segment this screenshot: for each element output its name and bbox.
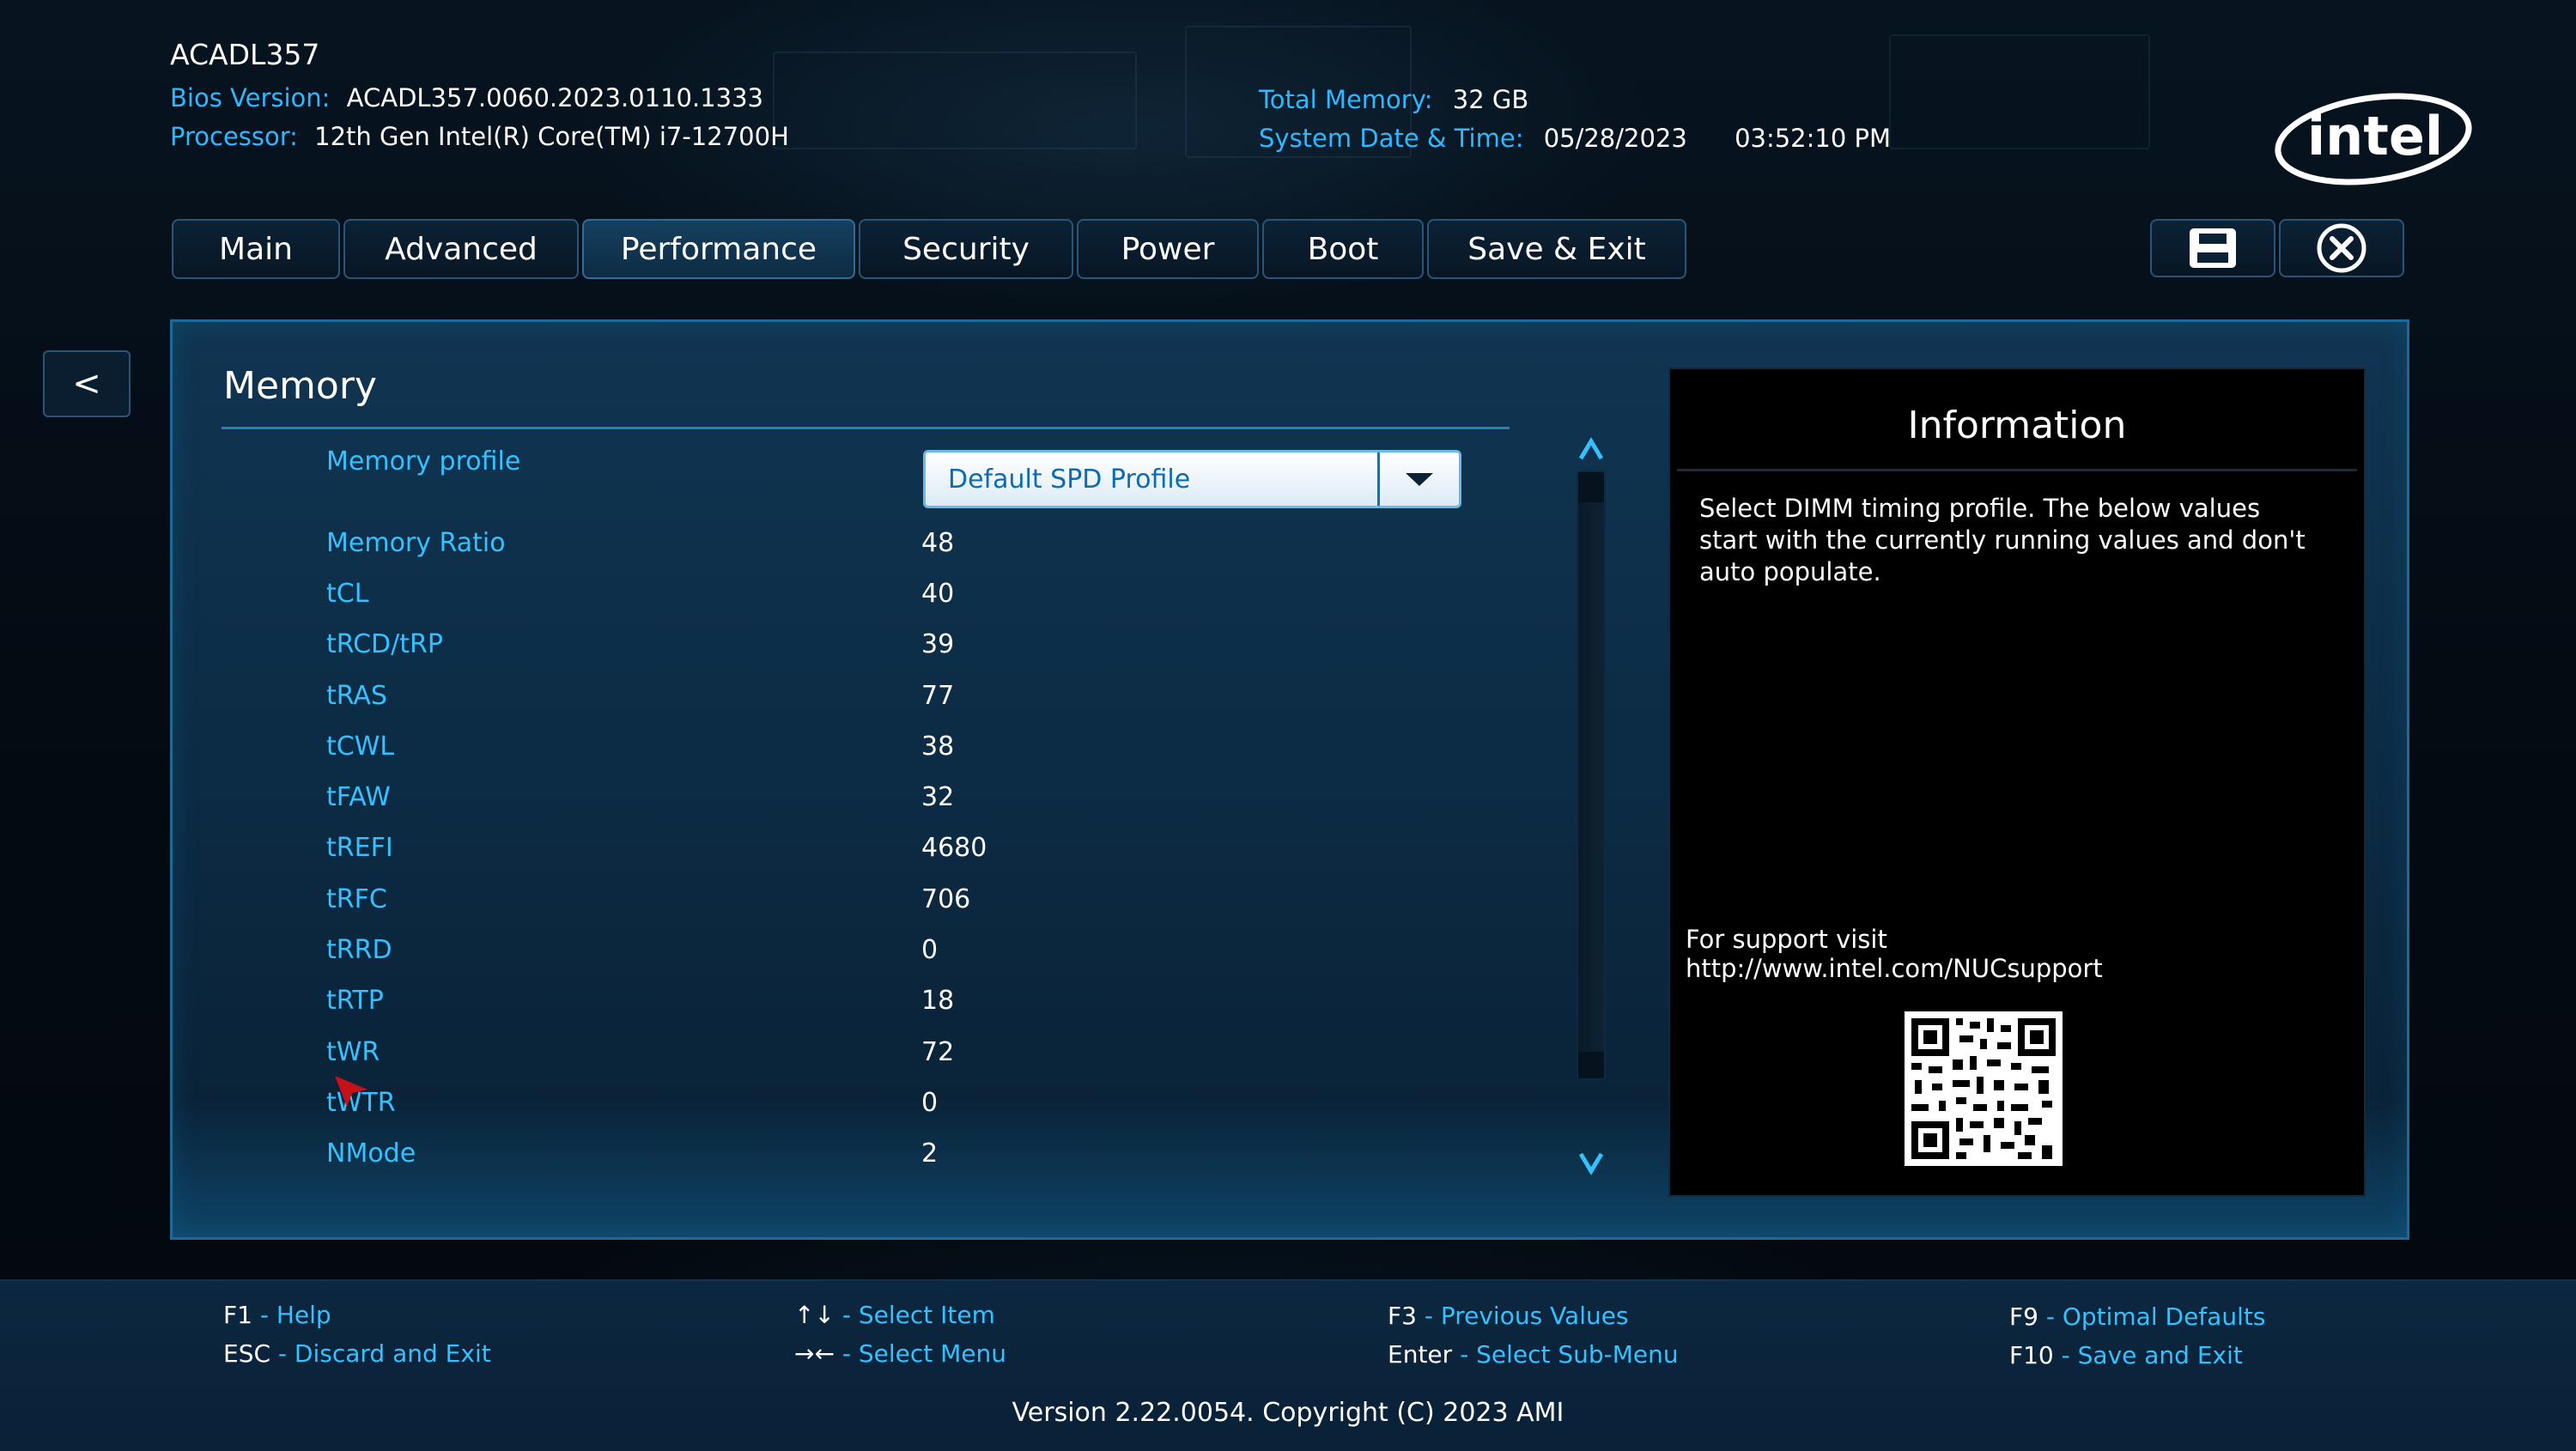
enter-desc: - Select Sub-Menu xyxy=(1460,1340,1679,1369)
f1-key: F1 xyxy=(223,1301,252,1329)
datetime-label: System Date & Time: xyxy=(1259,124,1524,153)
setting-value-nmode: 2 xyxy=(921,1138,939,1169)
information-title: Information xyxy=(1907,404,2127,447)
scroll-down-icon[interactable] xyxy=(1577,1150,1606,1176)
setting-value-trcd-trp: 39 xyxy=(921,629,955,659)
intel-logo-text: intel xyxy=(2307,105,2443,167)
support-url: http://www.intel.com/NUCsupport xyxy=(1686,954,2103,983)
tab-boot[interactable]: Boot xyxy=(1262,219,1424,279)
information-divider xyxy=(1677,469,2357,471)
footer-help: F1 - Help xyxy=(223,1301,331,1329)
setting-label-twr[interactable]: tWR xyxy=(326,1037,380,1067)
version-text: Version 2.22.0054. Copyright (C) 2023 AM… xyxy=(1012,1398,1564,1428)
tab-power[interactable]: Power xyxy=(1077,219,1259,279)
circle-x-icon xyxy=(2317,223,2366,273)
setting-label-memory-ratio[interactable]: Memory Ratio xyxy=(326,528,506,558)
bios-version: Bios Version: ACADL357.0060.2023.0110.13… xyxy=(170,83,763,112)
select-menu-desc: - Select Menu xyxy=(841,1339,1006,1368)
setting-label-tcwl[interactable]: tCWL xyxy=(326,732,394,762)
select-item-key: ↑↓ xyxy=(794,1301,835,1329)
support-info: For support visit http://www.intel.com/N… xyxy=(1686,925,2103,983)
scrollbar-thumb[interactable] xyxy=(1578,502,1604,1052)
setting-label-tras[interactable]: tRAS xyxy=(326,681,387,711)
tab-security[interactable]: Security xyxy=(859,219,1073,279)
processor-label: Processor: xyxy=(170,122,298,151)
setting-value-trrd: 0 xyxy=(921,935,939,965)
circuit-decoration xyxy=(1889,34,2150,149)
footer-previous-values: F3 - Previous Values xyxy=(1388,1302,1629,1330)
support-line: For support visit xyxy=(1686,925,1887,954)
memory-profile-dropdown[interactable]: Default SPD Profile xyxy=(923,450,1461,508)
setting-label-trtp[interactable]: tRTP xyxy=(326,986,384,1016)
dropdown-arrow[interactable] xyxy=(1377,452,1459,506)
chevron-down-icon xyxy=(1406,473,1433,486)
tab-advanced[interactable]: Advanced xyxy=(343,219,579,279)
tab-main[interactable]: Main xyxy=(172,219,340,279)
esc-key: ESC xyxy=(223,1339,271,1368)
exit-button[interactable] xyxy=(2279,219,2404,277)
setting-value-tcl: 40 xyxy=(921,579,955,609)
setting-value-trtp: 18 xyxy=(921,986,955,1016)
footer-select-item: ↑↓ - Select Item xyxy=(794,1301,995,1329)
date-value: 05/28/2023 xyxy=(1543,124,1687,153)
setting-value-tfaw: 32 xyxy=(921,782,955,812)
floppy-disk-icon xyxy=(2190,228,2236,268)
setting-label-tfaw[interactable]: tFAW xyxy=(326,782,391,812)
setting-value-twtr: 0 xyxy=(921,1088,939,1118)
setting-label-trrd[interactable]: tRRD xyxy=(326,935,392,965)
total-memory: Total Memory: 32 GB xyxy=(1259,85,1528,114)
circuit-decoration xyxy=(773,52,1137,149)
footer-discard-exit: ESC - Discard and Exit xyxy=(223,1339,491,1368)
f3-desc: - Previous Values xyxy=(1424,1302,1629,1330)
setting-label-nmode[interactable]: NMode xyxy=(326,1138,416,1169)
setting-label-trcd-trp[interactable]: tRCD/tRP xyxy=(326,629,443,659)
select-menu-key: →← xyxy=(794,1339,835,1368)
f1-desc: - Help xyxy=(259,1301,331,1329)
scroll-up-icon[interactable] xyxy=(1577,436,1606,462)
f9-desc: - Optimal Defaults xyxy=(2045,1302,2266,1331)
esc-desc: - Discard and Exit xyxy=(277,1339,491,1368)
enter-key: Enter xyxy=(1388,1340,1453,1369)
total-memory-value: 32 GB xyxy=(1452,85,1529,114)
footer-optimal-defaults: F9 - Optimal Defaults xyxy=(2009,1302,2265,1331)
footer-select-submenu: Enter - Select Sub-Menu xyxy=(1388,1340,1679,1369)
setting-value-memory-ratio: 48 xyxy=(921,528,955,558)
system-datetime: System Date & Time: 05/28/2023 03:52:10 … xyxy=(1259,124,1891,153)
total-memory-label: Total Memory: xyxy=(1259,85,1433,114)
setting-value-trfc: 706 xyxy=(921,884,971,914)
footer-save-exit: F10 - Save and Exit xyxy=(2009,1341,2243,1369)
bios-version-value: ACADL357.0060.2023.0110.1333 xyxy=(346,83,763,112)
mouse-cursor-icon xyxy=(335,1076,368,1107)
information-text: Select DIMM timing profile. The below va… xyxy=(1699,494,2306,586)
setting-label-tcl[interactable]: tCL xyxy=(326,579,368,609)
processor-value: 12th Gen Intel(R) Core(TM) i7-12700H xyxy=(314,122,789,151)
section-divider xyxy=(222,427,1510,429)
f9-key: F9 xyxy=(2009,1302,2038,1331)
setting-value-tcwl: 38 xyxy=(921,732,955,762)
section-title: Memory xyxy=(223,364,377,408)
time-value: 03:52:10 PM xyxy=(1735,124,1892,153)
f10-desc: - Save and Exit xyxy=(2061,1341,2243,1369)
setting-label-trefi[interactable]: tREFI xyxy=(326,833,393,863)
memory-profile-label: Memory profile xyxy=(326,446,521,477)
setting-value-tras: 77 xyxy=(921,681,955,711)
footer-select-menu: →← - Select Menu xyxy=(794,1339,1006,1368)
f10-key: F10 xyxy=(2009,1341,2054,1369)
memory-profile-value: Default SPD Profile xyxy=(948,464,1191,495)
select-item-desc: - Select Item xyxy=(841,1301,995,1329)
bios-version-label: Bios Version: xyxy=(170,83,331,112)
f3-key: F3 xyxy=(1388,1302,1417,1330)
setting-label-trfc[interactable]: tRFC xyxy=(326,884,387,914)
save-button[interactable] xyxy=(2150,219,2275,277)
back-button[interactable]: < xyxy=(43,350,131,417)
system-name: ACADL357 xyxy=(170,38,320,71)
bios-screen: ACADL357 Bios Version: ACADL357.0060.202… xyxy=(0,0,2576,1451)
tab-performance[interactable]: Performance xyxy=(582,219,855,279)
setting-value-twr: 72 xyxy=(921,1037,955,1067)
qr-code-icon xyxy=(1905,1011,2063,1166)
tab-save-exit[interactable]: Save & Exit xyxy=(1427,219,1686,279)
intel-logo: intel xyxy=(2275,93,2472,185)
processor-info: Processor: 12th Gen Intel(R) Core(TM) i7… xyxy=(170,122,789,151)
setting-value-trefi: 4680 xyxy=(921,833,987,863)
